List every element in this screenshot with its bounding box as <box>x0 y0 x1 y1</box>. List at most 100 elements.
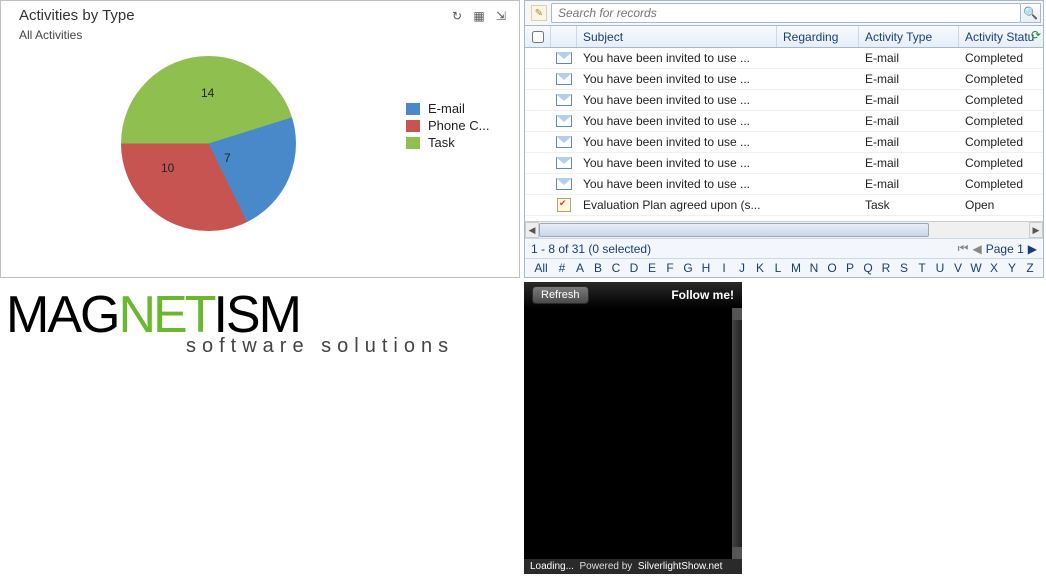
search-bar: ✎ 🔍 <box>525 1 1043 26</box>
alpha-filter-letter[interactable]: J <box>733 261 751 275</box>
row-activity-type: E-mail <box>859 177 959 191</box>
table-row[interactable]: You have been invited to use ...E-mailCo… <box>525 132 1043 153</box>
alpha-filter-all[interactable]: All <box>529 261 553 275</box>
alpha-filter-letter[interactable]: P <box>841 261 859 275</box>
vertical-scrollbar[interactable] <box>732 308 742 559</box>
pager: ⏮ ◀ Page 1 ▶ <box>958 241 1037 256</box>
alpha-filter-letter[interactable]: R <box>877 261 895 275</box>
legend-swatch-email <box>406 103 420 115</box>
alpha-filter-letter[interactable]: W <box>967 261 985 275</box>
grid-rows: You have been invited to use ...E-mailCo… <box>525 48 1043 221</box>
col-regarding-header[interactable]: Regarding <box>777 26 859 47</box>
alpha-filter-letter[interactable]: E <box>643 261 661 275</box>
mail-icon <box>556 178 572 190</box>
alpha-filter-letter[interactable]: O <box>823 261 841 275</box>
pie-chart[interactable] <box>121 56 296 231</box>
row-activity-status: Completed <box>959 156 1043 170</box>
mail-icon <box>556 52 572 64</box>
alpha-filter-letter[interactable]: H <box>697 261 715 275</box>
alpha-filter-letter[interactable]: Z <box>1021 261 1039 275</box>
slice-label-task: 14 <box>201 86 214 100</box>
table-row[interactable]: You have been invited to use ...E-mailCo… <box>525 111 1043 132</box>
row-activity-status: Completed <box>959 135 1043 149</box>
row-subject: You have been invited to use ... <box>577 51 777 65</box>
alpha-filter-letter[interactable]: L <box>769 261 787 275</box>
legend-item[interactable]: Phone C... <box>406 118 489 133</box>
row-icon-cell <box>551 52 577 64</box>
legend-label: Task <box>428 135 455 150</box>
chart-refresh-icon[interactable]: ↻ <box>449 8 465 24</box>
col-status-header[interactable]: Activity Statu ⟳ <box>959 26 1043 47</box>
search-button[interactable]: 🔍 <box>1021 3 1041 23</box>
alpha-filter-letter[interactable]: # <box>553 261 571 275</box>
alpha-filter-letter[interactable]: D <box>625 261 643 275</box>
search-input[interactable] <box>551 3 1021 23</box>
scroll-left-arrow[interactable]: ◀ <box>525 222 539 238</box>
pager-prev-icon[interactable]: ◀ <box>972 242 981 256</box>
row-subject: You have been invited to use ... <box>577 177 777 191</box>
records-grid-panel: ✎ 🔍 Subject Regarding Activity Type Acti… <box>524 0 1044 278</box>
row-activity-type: Task <box>859 198 959 212</box>
alpha-filter-letter[interactable]: B <box>589 261 607 275</box>
legend-swatch-phone <box>406 120 420 132</box>
row-subject: You have been invited to use ... <box>577 156 777 170</box>
alpha-filter-letter[interactable]: V <box>949 261 967 275</box>
table-row[interactable]: Evaluation Plan agreed upon (s...TaskOpe… <box>525 195 1043 216</box>
checkbox-icon[interactable] <box>532 31 544 43</box>
mail-icon <box>556 115 572 127</box>
mail-icon <box>556 94 572 106</box>
horizontal-scrollbar[interactable]: ◀ ▶ <box>525 221 1043 238</box>
alpha-filter-letter[interactable]: N <box>805 261 823 275</box>
alpha-filter-letter[interactable]: A <box>571 261 589 275</box>
row-subject: Evaluation Plan agreed upon (s... <box>577 198 777 212</box>
chart-export-icon[interactable]: ⇲ <box>493 8 509 24</box>
row-icon-cell <box>551 136 577 148</box>
legend-item[interactable]: E-mail <box>406 101 489 116</box>
scroll-thumb[interactable] <box>539 223 929 237</box>
select-all-checkbox[interactable] <box>525 26 551 47</box>
col-type-header[interactable]: Activity Type <box>859 26 959 47</box>
alpha-filter-letter[interactable]: Y <box>1003 261 1021 275</box>
chart-legend: E-mail Phone C... Task <box>406 101 489 152</box>
alpha-filter-letter[interactable]: G <box>679 261 697 275</box>
alpha-filter-letter[interactable]: T <box>913 261 931 275</box>
alpha-filter-letter[interactable]: I <box>715 261 733 275</box>
table-row[interactable]: You have been invited to use ...E-mailCo… <box>525 174 1043 195</box>
col-subject-header[interactable]: Subject <box>577 26 777 47</box>
alpha-filter-letter[interactable]: M <box>787 261 805 275</box>
follow-me-link[interactable]: Follow me! <box>671 288 734 302</box>
scroll-right-arrow[interactable]: ▶ <box>1029 222 1043 238</box>
pager-first-icon[interactable]: ⏮ <box>958 241 969 256</box>
alpha-filter-letter[interactable]: X <box>985 261 1003 275</box>
alpha-filter-letter[interactable]: K <box>751 261 769 275</box>
alpha-filter-letter[interactable]: C <box>607 261 625 275</box>
row-subject: You have been invited to use ... <box>577 114 777 128</box>
chart-grid-icon[interactable]: ▦ <box>471 8 487 24</box>
widget-refresh-button[interactable]: Refresh <box>532 286 589 304</box>
legend-label: E-mail <box>428 101 465 116</box>
alpha-filter-letter[interactable]: Q <box>859 261 877 275</box>
alpha-filter-letter[interactable]: U <box>931 261 949 275</box>
pager-next-icon[interactable]: ▶ <box>1028 242 1037 256</box>
grid-header-row: Subject Regarding Activity Type Activity… <box>525 26 1043 48</box>
table-row[interactable]: You have been invited to use ...E-mailCo… <box>525 69 1043 90</box>
task-icon <box>557 198 571 212</box>
note-icon[interactable]: ✎ <box>531 5 547 21</box>
logo-panel: MAGNETISM software solutions <box>0 282 520 574</box>
widget-header: Refresh Follow me! <box>524 282 742 308</box>
legend-item[interactable]: Task <box>406 135 489 150</box>
row-icon-cell <box>551 115 577 127</box>
table-row[interactable]: You have been invited to use ...E-mailCo… <box>525 153 1043 174</box>
row-icon-cell <box>551 157 577 169</box>
logo-subtitle: software solutions <box>186 335 454 358</box>
powered-by-site[interactable]: SilverlightShow.net <box>638 561 723 572</box>
row-icon-cell <box>551 94 577 106</box>
alpha-filter-letter[interactable]: S <box>895 261 913 275</box>
table-row[interactable]: You have been invited to use ...E-mailCo… <box>525 48 1043 69</box>
grid-refresh-icon[interactable]: ⟳ <box>1031 28 1041 42</box>
pager-page-label: Page 1 <box>986 242 1024 256</box>
row-activity-type: E-mail <box>859 51 959 65</box>
row-activity-status: Completed <box>959 93 1043 107</box>
table-row[interactable]: You have been invited to use ...E-mailCo… <box>525 90 1043 111</box>
alpha-filter-letter[interactable]: F <box>661 261 679 275</box>
